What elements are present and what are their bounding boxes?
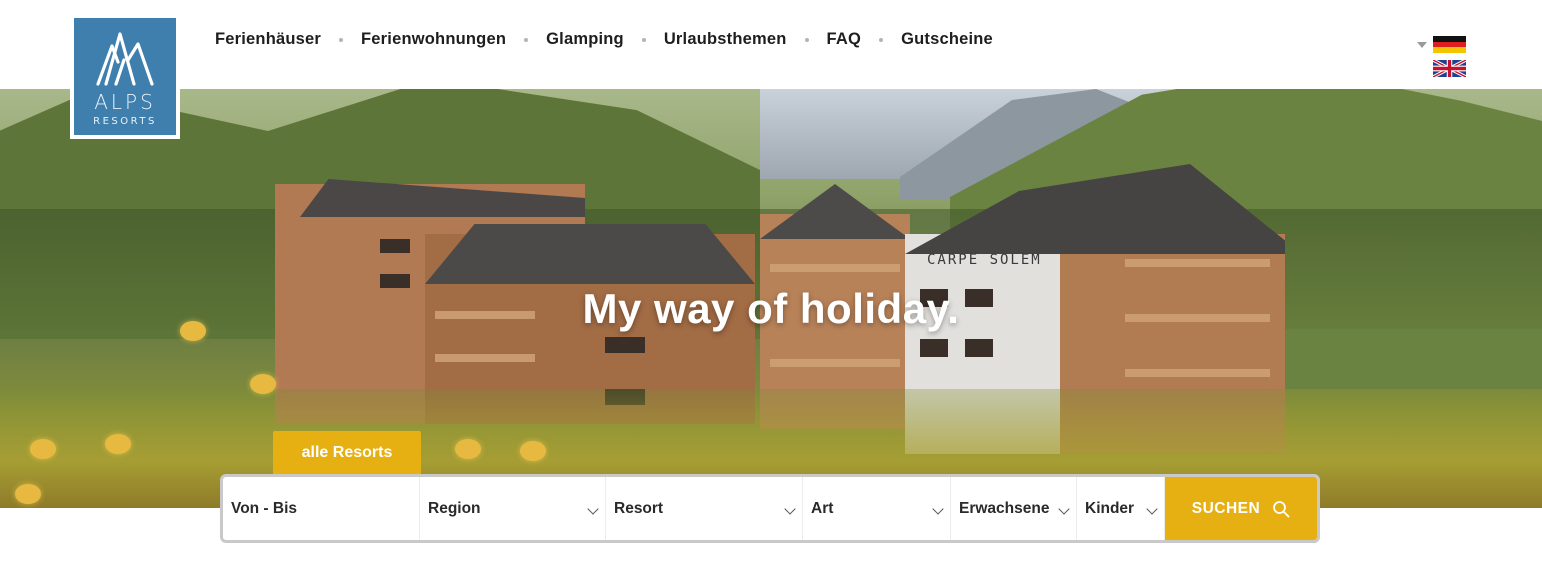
site-header: Ferienhäuser Ferienwohnungen Glamping Ur… — [0, 0, 1542, 89]
nav-item-gutscheine[interactable]: Gutscheine — [901, 30, 993, 49]
nav-item-urlaubsthemen[interactable]: Urlaubsthemen — [664, 30, 787, 49]
chevron-down-icon — [932, 503, 944, 515]
window — [380, 239, 410, 253]
dandelion — [30, 439, 56, 459]
region-select[interactable]: Region — [420, 477, 606, 540]
nav-separator — [879, 37, 884, 42]
window — [965, 339, 993, 357]
building-center-left-roof — [425, 224, 755, 284]
date-range-field[interactable]: Von - Bis — [223, 477, 420, 540]
nav-item-glamping[interactable]: Glamping — [546, 30, 624, 49]
caret-down-icon[interactable] — [1417, 42, 1427, 48]
site-logo[interactable]: ALPS RESORTS — [70, 14, 180, 139]
dandelion — [250, 374, 276, 394]
nav-separator — [524, 37, 529, 42]
window — [605, 337, 645, 353]
mountain-logo-icon — [96, 32, 154, 86]
nav-separator — [339, 37, 344, 42]
nav-separator — [641, 37, 646, 42]
children-select[interactable]: Kinder — [1077, 477, 1165, 540]
type-select[interactable]: Art — [803, 477, 951, 540]
window — [920, 339, 948, 357]
adults-select[interactable]: Erwachsene — [951, 477, 1077, 540]
nav-item-ferienhaeuser[interactable]: Ferienhäuser — [215, 30, 321, 49]
adults-label: Erwachsene — [959, 499, 1050, 517]
children-label: Kinder — [1085, 499, 1135, 517]
resort-select[interactable]: Resort — [606, 477, 803, 540]
booking-search-bar: Von - Bis Region Resort Art Erwachsene K… — [220, 474, 1320, 543]
logo-badge: ALPS RESORTS — [74, 18, 176, 135]
balcony — [770, 359, 900, 367]
search-icon — [1273, 500, 1290, 517]
dandelion — [15, 484, 41, 504]
nav-separator — [804, 37, 809, 42]
tab-all-resorts[interactable]: alle Resorts — [273, 431, 421, 475]
building-sign: CARPE SOLEM — [927, 252, 1042, 268]
uk-flag-icon[interactable] — [1433, 60, 1466, 77]
search-button[interactable]: SUCHEN — [1165, 477, 1317, 540]
dandelion — [520, 441, 546, 461]
nav-item-faq[interactable]: FAQ — [827, 30, 862, 49]
dandelion — [105, 434, 131, 454]
chevron-down-icon — [587, 503, 599, 515]
type-label: Art — [811, 499, 834, 517]
balcony — [435, 354, 535, 362]
page: Ferienhäuser Ferienwohnungen Glamping Ur… — [0, 0, 1542, 565]
balcony — [770, 264, 900, 272]
german-flag-icon[interactable] — [1433, 36, 1466, 53]
main-nav: Ferienhäuser Ferienwohnungen Glamping Ur… — [215, 30, 993, 49]
dandelion — [455, 439, 481, 459]
hero-title: My way of holiday. — [582, 285, 960, 332]
chevron-down-icon — [1146, 503, 1158, 515]
chevron-down-icon — [1058, 503, 1070, 515]
language-switcher[interactable] — [1417, 36, 1467, 80]
logo-subtitle: RESORTS — [93, 116, 157, 127]
resort-label: Resort — [614, 499, 664, 517]
logo-wordmark: ALPS — [94, 90, 156, 114]
search-button-label: SUCHEN — [1191, 499, 1261, 517]
region-label: Region — [428, 499, 481, 517]
hero-image: CARPE SOLEM My way of holiday. — [0, 89, 1542, 508]
date-range-label: Von - Bis — [231, 499, 298, 517]
balcony — [1125, 369, 1270, 377]
balcony — [1125, 259, 1270, 267]
nav-item-ferienwohnungen[interactable]: Ferienwohnungen — [361, 30, 506, 49]
chevron-down-icon — [784, 503, 796, 515]
